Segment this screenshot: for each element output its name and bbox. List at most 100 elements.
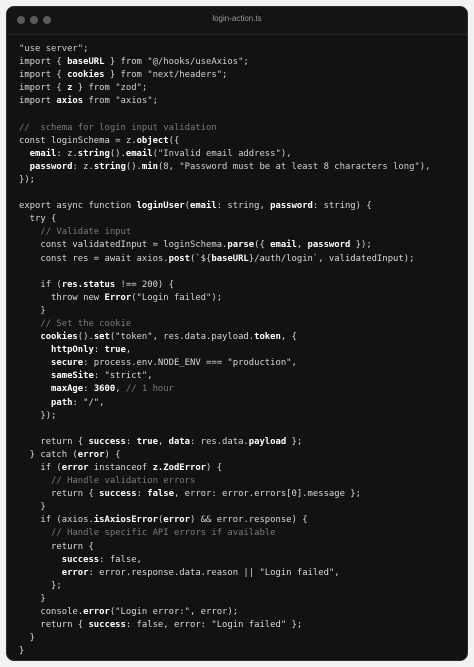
code-token: console. xyxy=(19,607,84,618)
code-token: // Set the cookie xyxy=(19,318,132,329)
code-token: }); xyxy=(350,240,372,251)
code-token: // 1 hour xyxy=(125,384,174,395)
code-token: return { xyxy=(19,436,89,447)
editor-window: login-action.ts "use server"; import { ba… xyxy=(6,6,468,661)
code-token: import xyxy=(19,96,57,107)
code-token: (). xyxy=(109,148,126,159)
code-token: return { xyxy=(19,620,89,631)
code-line: if (error instanceof z.ZodError) { xyxy=(19,462,430,475)
code-token: : false, error: "Login failed" }; xyxy=(125,620,303,631)
code-token: : xyxy=(125,436,137,447)
code-token: const res = await axios. xyxy=(19,253,169,264)
code-token: : xyxy=(83,384,94,395)
code-line: maxAge: 3600, // 1 hour xyxy=(19,383,430,396)
file-title: login-action.ts xyxy=(212,14,262,23)
code-token: post xyxy=(168,253,190,264)
code-token: maxAge xyxy=(19,384,84,395)
code-token: if ( xyxy=(19,279,62,290)
code-token: , xyxy=(296,240,308,251)
code-token: email xyxy=(19,148,57,159)
code-token: from xyxy=(83,96,116,107)
code-line: success: false, xyxy=(19,554,430,567)
code-token: return { xyxy=(19,489,100,500)
code-token: z.ZodError xyxy=(152,463,207,473)
code-line: } xyxy=(19,305,430,318)
code-token: , xyxy=(157,436,169,447)
code-line: return { success: false, error: "Login f… xyxy=(19,619,430,632)
code-token: , { xyxy=(280,332,297,343)
code-token: "use server"; xyxy=(19,44,89,54)
code-token: } xyxy=(19,646,25,657)
code-token: : string) { xyxy=(312,201,372,212)
code-token: loginUser xyxy=(136,201,185,212)
code-token: error xyxy=(19,567,89,578)
code-token: : process.env.NODE_ENV === "production", xyxy=(83,358,297,369)
code-token: : z. xyxy=(56,148,78,159)
code-token: isAxiosError xyxy=(93,515,158,526)
code-line: httpOnly: true, xyxy=(19,344,430,357)
code-token: payload xyxy=(248,436,287,447)
code-block[interactable]: "use server"; import { baseURL } from "@/… xyxy=(19,43,430,658)
code-line: throw new Error("Login failed"); xyxy=(19,292,430,305)
code-token: true xyxy=(104,345,126,356)
code-token: token xyxy=(254,332,281,343)
code-token: path xyxy=(19,397,73,408)
code-line: // Validate input xyxy=(19,226,430,239)
code-token: string xyxy=(93,161,126,172)
code-line: // schema for login input validation xyxy=(19,122,430,135)
code-token: }); xyxy=(19,410,57,421)
code-token: success xyxy=(88,620,126,631)
code-line: // Set the cookie xyxy=(19,318,430,331)
code-line: email: z.string().email("Invalid email a… xyxy=(19,148,430,161)
code-token: true xyxy=(136,436,158,447)
code-token: "@/hooks/useAxios"; xyxy=(147,57,249,68)
code-token: throw new xyxy=(19,292,105,303)
code-token: (`${ xyxy=(190,253,212,264)
code-line: } catch (error) { xyxy=(19,449,430,462)
code-line: password: z.string().min(8, "Password mu… xyxy=(19,161,431,174)
code-token: ) { xyxy=(206,463,223,473)
code-token: ("Login failed"); xyxy=(131,292,223,303)
code-token: import { xyxy=(19,57,68,68)
code-token: import { xyxy=(19,70,68,81)
code-token: }/auth/login`, validatedInput); xyxy=(248,253,415,264)
code-line: } xyxy=(19,593,430,606)
code-token: !== 200) { xyxy=(115,279,174,290)
code-token: } from xyxy=(72,83,116,94)
code-token: sameSite xyxy=(19,371,94,382)
code-token: email xyxy=(125,148,153,159)
code-token: secure xyxy=(19,358,84,369)
code-token: if (axios. xyxy=(19,515,94,526)
code-line: const res = await axios.post(`${baseURL}… xyxy=(19,253,430,266)
code-token: "next/headers"; xyxy=(147,70,228,81)
code-token: // Handle validation errors xyxy=(19,476,196,487)
code-line: sameSite: "strict", xyxy=(19,370,430,383)
code-token: } catch ( xyxy=(19,449,78,460)
code-token: : string, xyxy=(216,201,271,212)
code-token: error xyxy=(77,449,105,460)
code-token: ) && error.response) { xyxy=(190,515,308,526)
window-titlebar: login-action.ts xyxy=(7,7,467,35)
code-token: import { xyxy=(19,83,68,94)
code-token: res.status xyxy=(61,279,116,290)
code-token: const validatedInput = loginSchema. xyxy=(19,240,228,251)
code-line: error: error.response.data.reason || "Lo… xyxy=(19,567,430,580)
code-line: return { success: false, error: error.er… xyxy=(19,488,430,501)
code-token: "zod"; xyxy=(115,83,148,94)
code-token: data xyxy=(168,436,190,447)
code-token: error xyxy=(61,463,89,473)
code-token: : z. xyxy=(72,161,94,172)
code-line: import { z } from "zod"; xyxy=(19,82,430,95)
code-line: if (axios.isAxiosError(error) && error.r… xyxy=(19,514,430,527)
code-token: } xyxy=(19,502,46,513)
code-token: // Validate input xyxy=(19,227,132,238)
code-token: , xyxy=(115,384,126,395)
code-token: return { xyxy=(19,541,94,552)
code-token: error xyxy=(83,607,110,618)
code-token: success xyxy=(99,489,137,500)
code-token: } from xyxy=(104,57,148,68)
code-token: ("Invalid email address"), xyxy=(152,148,292,159)
code-token: error xyxy=(163,515,190,526)
